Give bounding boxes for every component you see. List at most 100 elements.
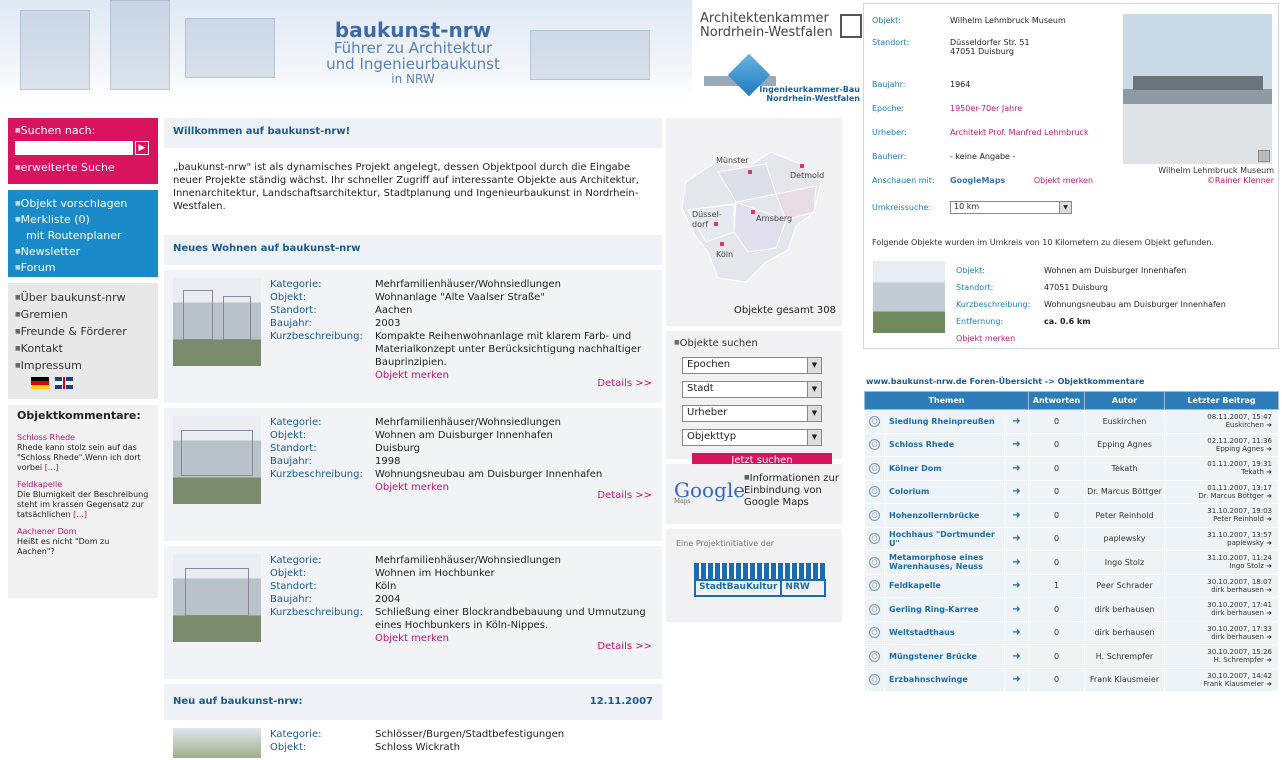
new-post-arrow-icon[interactable]: ➜ [1004,573,1029,598]
new-post-arrow-icon[interactable]: ➜ [1004,526,1029,551]
goto-post-icon[interactable]: ➜ [1266,609,1272,617]
remember-object-link[interactable]: Objekt merken [956,330,1226,347]
comment-more-link[interactable]: [...] [73,510,87,519]
topic-link[interactable]: Metamorphose eines Warenhauses, Neuss [884,550,1005,575]
remember-object-link[interactable]: Objekt merken [375,370,449,381]
new-post-arrow-icon[interactable]: ➜ [1004,667,1029,692]
table-row[interactable]: ○ Müngstener Brücke ➜ 0 H. Schrempfer 30.10.2… [864,644,1279,669]
remember-object-link[interactable]: Objekt merken [375,482,449,493]
comment-title-link[interactable]: Feldkapelle [17,480,149,490]
english-flag-icon[interactable] [55,377,73,389]
topic-link[interactable]: Gerling Ring-Karree [884,597,1005,622]
comment-title-link[interactable]: Aachener Dom [17,527,149,537]
radius-select[interactable]: 10 km [950,201,1072,214]
table-row[interactable]: ○ Hohenzollernbrücke ➜ 0 Peter Reinhold 31.10… [864,503,1279,528]
last-post[interactable]: 01.11.2007, 13:17 Dr. Marcus Böttger ➜ [1164,479,1279,504]
object-type-select[interactable]: Objekttyp [682,429,822,446]
comment-more-link[interactable]: [...] [45,463,59,472]
map-city-label[interactable]: Münster [716,156,749,165]
last-post[interactable]: 31.10.2007, 13:57 paplewsky ➜ [1164,526,1279,551]
object-photo[interactable] [173,278,261,366]
google-maps-link[interactable]: GoogleMaps [950,176,1005,185]
details-link[interactable]: Details >> [597,378,652,389]
map-city-label[interactable]: Detmold [790,171,824,180]
details-link[interactable]: Details >> [597,490,652,501]
new-post-arrow-icon[interactable]: ➜ [1004,479,1029,504]
table-row[interactable]: ○ Gerling Ring-Karree ➜ 0 dirk berhausen 30.1… [864,597,1279,622]
route-planner-link[interactable]: mit Routenplaner [15,228,151,244]
contact-link[interactable]: Kontakt [15,340,151,357]
table-row[interactable]: ○ Colorium ➜ 0 Dr. Marcus Böttger 01.11.2007,… [864,479,1279,504]
table-row[interactable]: ○ Erzbahnschwinge ➜ 0 Frank Klausmeier 30.10.… [864,667,1279,692]
topic-link[interactable]: Siedlung Rheinpreußen [884,409,1005,434]
topic-link[interactable]: Hohenzollernbrücke [884,503,1005,528]
detail-author-link[interactable]: Architekt Prof. Manfred Lehmbruck [950,128,1093,152]
details-link[interactable]: Details >> [597,641,652,652]
nearby-object-photo[interactable] [873,261,945,333]
suggest-object-link[interactable]: Objekt vorschlagen [15,196,151,212]
map-city-label[interactable]: Köln [716,250,733,259]
table-row[interactable]: ○ Kölner Dom ➜ 0 Tekath 01.11.2007, 19:31 Teka… [864,456,1279,481]
new-post-arrow-icon[interactable]: ➜ [1004,503,1029,528]
last-post[interactable]: 30.10.2007, 17:41 dirk berhausen ➜ [1164,597,1279,622]
city-select[interactable]: Stadt [682,381,822,398]
watchlist-link[interactable]: Merkliste (0) [15,212,151,228]
map-city-dot[interactable] [714,222,718,226]
last-post[interactable]: 30.10.2007, 18:07 dirk berhausen ➜ [1164,573,1279,598]
object-photo[interactable] [173,554,261,642]
table-row[interactable]: ○ Hochhaus "Dortmunder U" ➜ 0 paplewsky 31.10… [864,526,1279,551]
topic-link[interactable]: Müngstener Brücke [884,644,1005,669]
topic-link[interactable]: Weltstadthaus [884,620,1005,645]
table-row[interactable]: ○ Schloss Rhede ➜ 0 Epping Agnes 02.11.2007, … [864,432,1279,457]
last-post[interactable]: 01.11.2007, 19:31 Tekath ➜ [1164,456,1279,481]
topic-link[interactable]: Colorium [884,479,1005,504]
topic-link[interactable]: Erzbahnschwinge [884,667,1005,692]
remember-object-link[interactable]: Objekt merken [1034,176,1093,185]
last-post[interactable]: 30.10.2007, 15:26 H. Schrempfer ➜ [1164,644,1279,669]
stadtbaukultur-logo[interactable]: StadtBauKultur NRW [694,579,826,597]
table-row[interactable]: ○ Feldkapelle ➜ 1 Peer Schrader 30.10.2007, 1… [864,573,1279,598]
museum-photo[interactable] [1123,14,1272,164]
table-row[interactable]: ○ Siedlung Rheinpreußen ➜ 0 Euskirchen 08.11.… [864,409,1279,434]
goto-post-icon[interactable]: ➜ [1266,492,1272,500]
goto-post-icon[interactable]: ➜ [1266,562,1272,570]
google-maps-logo[interactable]: Google Maps [674,478,745,505]
goto-post-icon[interactable]: ➜ [1266,515,1272,523]
last-post[interactable]: 30.10.2007, 17:33 dirk berhausen ➜ [1164,620,1279,645]
friends-link[interactable]: Freunde & Förderer [15,323,151,340]
forum-link[interactable]: Forum [15,260,151,276]
new-post-arrow-icon[interactable]: ➜ [1004,597,1029,622]
new-post-arrow-icon[interactable]: ➜ [1004,432,1029,457]
new-post-arrow-icon[interactable]: ➜ [1004,620,1029,645]
forum-breadcrumb[interactable]: www.baukunst-nrw.de Foren-Übersicht -> O… [866,377,1280,386]
zoom-icon[interactable] [1258,150,1270,162]
goto-post-icon[interactable]: ➜ [1266,445,1272,453]
goto-post-icon[interactable]: ➜ [1266,680,1272,688]
map-city-label[interactable]: dorf [692,220,708,229]
architektenkammer-logo[interactable]: Architektenkammer Nordrhein-Westfalen [700,12,862,39]
about-link[interactable]: Über baukunst-nrw [15,289,151,306]
newsletter-link[interactable]: Newsletter [15,244,151,260]
topic-link[interactable]: Kölner Dom [884,456,1005,481]
new-post-arrow-icon[interactable]: ➜ [1004,550,1029,575]
new-post-arrow-icon[interactable]: ➜ [1004,456,1029,481]
author-select[interactable]: Urheber [682,405,822,422]
object-photo[interactable] [173,728,261,758]
last-post[interactable]: 31.10.2007, 11:24 Ingo Stolz ➜ [1164,550,1279,575]
remember-object-link[interactable]: Objekt merken [375,633,449,644]
photo-credit[interactable]: ©Rainer Klenner [1114,176,1274,186]
google-maps-info-link[interactable]: Informationen zur Einbindung von Google … [744,472,840,509]
advanced-search-link[interactable]: erweiterte Suche [15,161,151,174]
goto-post-icon[interactable]: ➜ [1266,539,1272,547]
topic-link[interactable]: Feldkapelle [884,573,1005,598]
table-row[interactable]: ○ Metamorphose eines Warenhauses, Neuss ➜ 0… [864,550,1279,575]
topic-link[interactable]: Hochhaus "Dortmunder U" [884,526,1005,551]
goto-post-icon[interactable]: ➜ [1266,468,1272,476]
last-post[interactable]: 30.10.2007, 14:42 Frank Klausmeier ➜ [1164,667,1279,692]
ingenieurkammer-logo[interactable]: Ingenieurkammer-Bau Nordrhein-Westfalen [704,53,860,104]
topic-link[interactable]: Schloss Rhede [884,432,1005,457]
goto-post-icon[interactable]: ➜ [1266,633,1272,641]
epoch-select[interactable]: Epochen [682,357,822,374]
goto-post-icon[interactable]: ➜ [1266,656,1272,664]
german-flag-icon[interactable] [31,377,49,389]
